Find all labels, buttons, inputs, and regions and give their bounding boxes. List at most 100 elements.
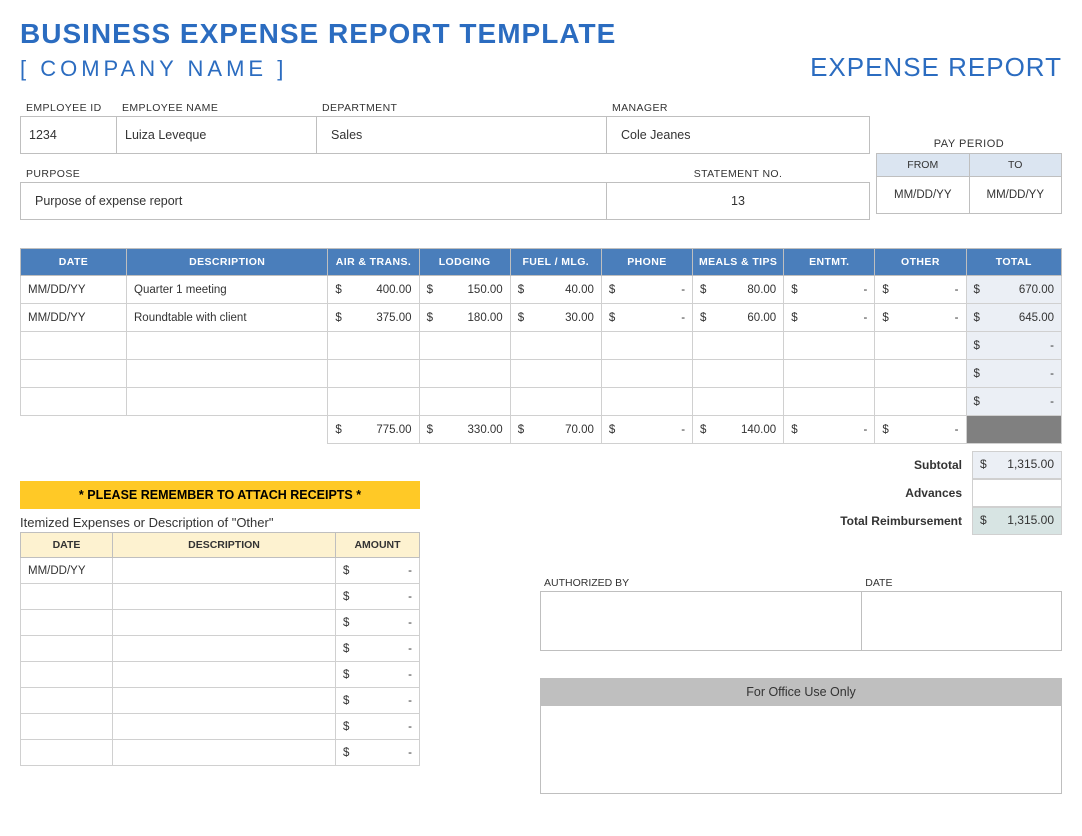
table-row[interactable]: $- [21, 332, 1062, 360]
department-label: DEPARTMENT [316, 100, 606, 116]
cell[interactable] [21, 740, 113, 766]
table-row[interactable]: $- [21, 360, 1062, 388]
cell[interactable] [419, 388, 510, 416]
cell[interactable] [601, 360, 692, 388]
cell[interactable] [875, 332, 966, 360]
cell[interactable]: $- [336, 636, 420, 662]
cell[interactable] [21, 688, 113, 714]
cell[interactable]: $- [336, 688, 420, 714]
cell[interactable] [419, 332, 510, 360]
cell[interactable]: MM/DD/YY [21, 276, 127, 304]
cell[interactable]: $- [966, 388, 1062, 416]
cell[interactable]: $- [784, 276, 875, 304]
cell[interactable]: $645.00 [966, 304, 1062, 332]
cell[interactable] [127, 360, 328, 388]
cell[interactable] [328, 388, 419, 416]
cell[interactable]: $- [601, 276, 692, 304]
cell[interactable] [127, 388, 328, 416]
table-row[interactable]: MM/DD/YYQuarter 1 meeting$400.00$150.00$… [21, 276, 1062, 304]
cell[interactable]: Roundtable with client [127, 304, 328, 332]
cell[interactable]: $- [601, 304, 692, 332]
cell[interactable] [784, 388, 875, 416]
employee-name-field[interactable]: Luiza Leveque [116, 116, 316, 154]
cell[interactable]: $- [875, 276, 966, 304]
cell[interactable] [419, 360, 510, 388]
cell[interactable]: $- [966, 332, 1062, 360]
cell[interactable]: $- [336, 662, 420, 688]
manager-field[interactable]: Cole Jeanes [606, 116, 870, 154]
pay-period-to-field[interactable]: MM/DD/YY [970, 177, 1062, 213]
advances-value[interactable] [972, 479, 1062, 507]
table-row[interactable]: $- [21, 388, 1062, 416]
cell[interactable] [875, 360, 966, 388]
table-row[interactable]: MM/DD/YYRoundtable with client$375.00$18… [21, 304, 1062, 332]
cell[interactable] [510, 388, 601, 416]
cell[interactable] [784, 360, 875, 388]
cell[interactable]: $80.00 [693, 276, 784, 304]
cell[interactable] [113, 610, 336, 636]
cell[interactable] [601, 332, 692, 360]
cell[interactable] [21, 584, 113, 610]
cell[interactable]: $- [336, 584, 420, 610]
cell[interactable]: $- [336, 740, 420, 766]
itemized-row[interactable]: $- [21, 662, 420, 688]
cell[interactable]: $30.00 [510, 304, 601, 332]
cell[interactable]: $670.00 [966, 276, 1062, 304]
purpose-field[interactable]: Purpose of expense report [20, 182, 606, 220]
cell[interactable] [510, 332, 601, 360]
cell[interactable]: $- [336, 558, 420, 584]
cell[interactable] [113, 714, 336, 740]
cell[interactable]: $60.00 [693, 304, 784, 332]
cell[interactable] [693, 360, 784, 388]
cell[interactable] [328, 360, 419, 388]
itemized-row[interactable]: MM/DD/YY $- [21, 558, 420, 584]
cell[interactable] [21, 610, 113, 636]
cell[interactable]: $150.00 [419, 276, 510, 304]
cell[interactable]: MM/DD/YY [21, 304, 127, 332]
statement-no-field[interactable]: 13 [606, 182, 870, 220]
itemized-row[interactable]: $- [21, 584, 420, 610]
cell[interactable] [21, 332, 127, 360]
cell[interactable]: Quarter 1 meeting [127, 276, 328, 304]
cell[interactable]: MM/DD/YY [21, 558, 113, 584]
cell[interactable] [601, 388, 692, 416]
itemized-row[interactable]: $- [21, 610, 420, 636]
cell[interactable] [113, 636, 336, 662]
cell[interactable] [875, 388, 966, 416]
cell[interactable] [784, 332, 875, 360]
cell[interactable]: $375.00 [328, 304, 419, 332]
cell[interactable] [21, 662, 113, 688]
authorized-by-field[interactable] [540, 591, 861, 651]
cell[interactable] [127, 332, 328, 360]
cell[interactable]: $40.00 [510, 276, 601, 304]
cell[interactable] [113, 740, 336, 766]
cell[interactable] [21, 714, 113, 740]
pay-period-from-field[interactable]: MM/DD/YY [877, 177, 970, 213]
auth-date-field[interactable] [861, 591, 1062, 651]
cell[interactable]: $- [336, 610, 420, 636]
cell[interactable] [510, 360, 601, 388]
cell[interactable]: $- [784, 304, 875, 332]
itemized-row[interactable]: $- [21, 688, 420, 714]
cell[interactable] [693, 332, 784, 360]
cell[interactable] [113, 558, 336, 584]
office-use-only-body[interactable] [540, 706, 1062, 794]
cell[interactable]: $400.00 [328, 276, 419, 304]
cell[interactable] [113, 584, 336, 610]
cell[interactable]: $- [966, 360, 1062, 388]
itemized-row[interactable]: $- [21, 636, 420, 662]
cell[interactable] [693, 388, 784, 416]
cell[interactable]: $- [336, 714, 420, 740]
employee-id-field[interactable]: 1234 [20, 116, 116, 154]
itemized-row[interactable]: $- [21, 740, 420, 766]
itemized-row[interactable]: $- [21, 714, 420, 740]
department-field[interactable]: Sales [316, 116, 606, 154]
cell[interactable] [113, 662, 336, 688]
cell[interactable] [21, 636, 113, 662]
cell[interactable] [328, 332, 419, 360]
cell[interactable]: $- [875, 304, 966, 332]
cell[interactable] [113, 688, 336, 714]
cell[interactable] [21, 388, 127, 416]
cell[interactable]: $180.00 [419, 304, 510, 332]
cell[interactable] [21, 360, 127, 388]
